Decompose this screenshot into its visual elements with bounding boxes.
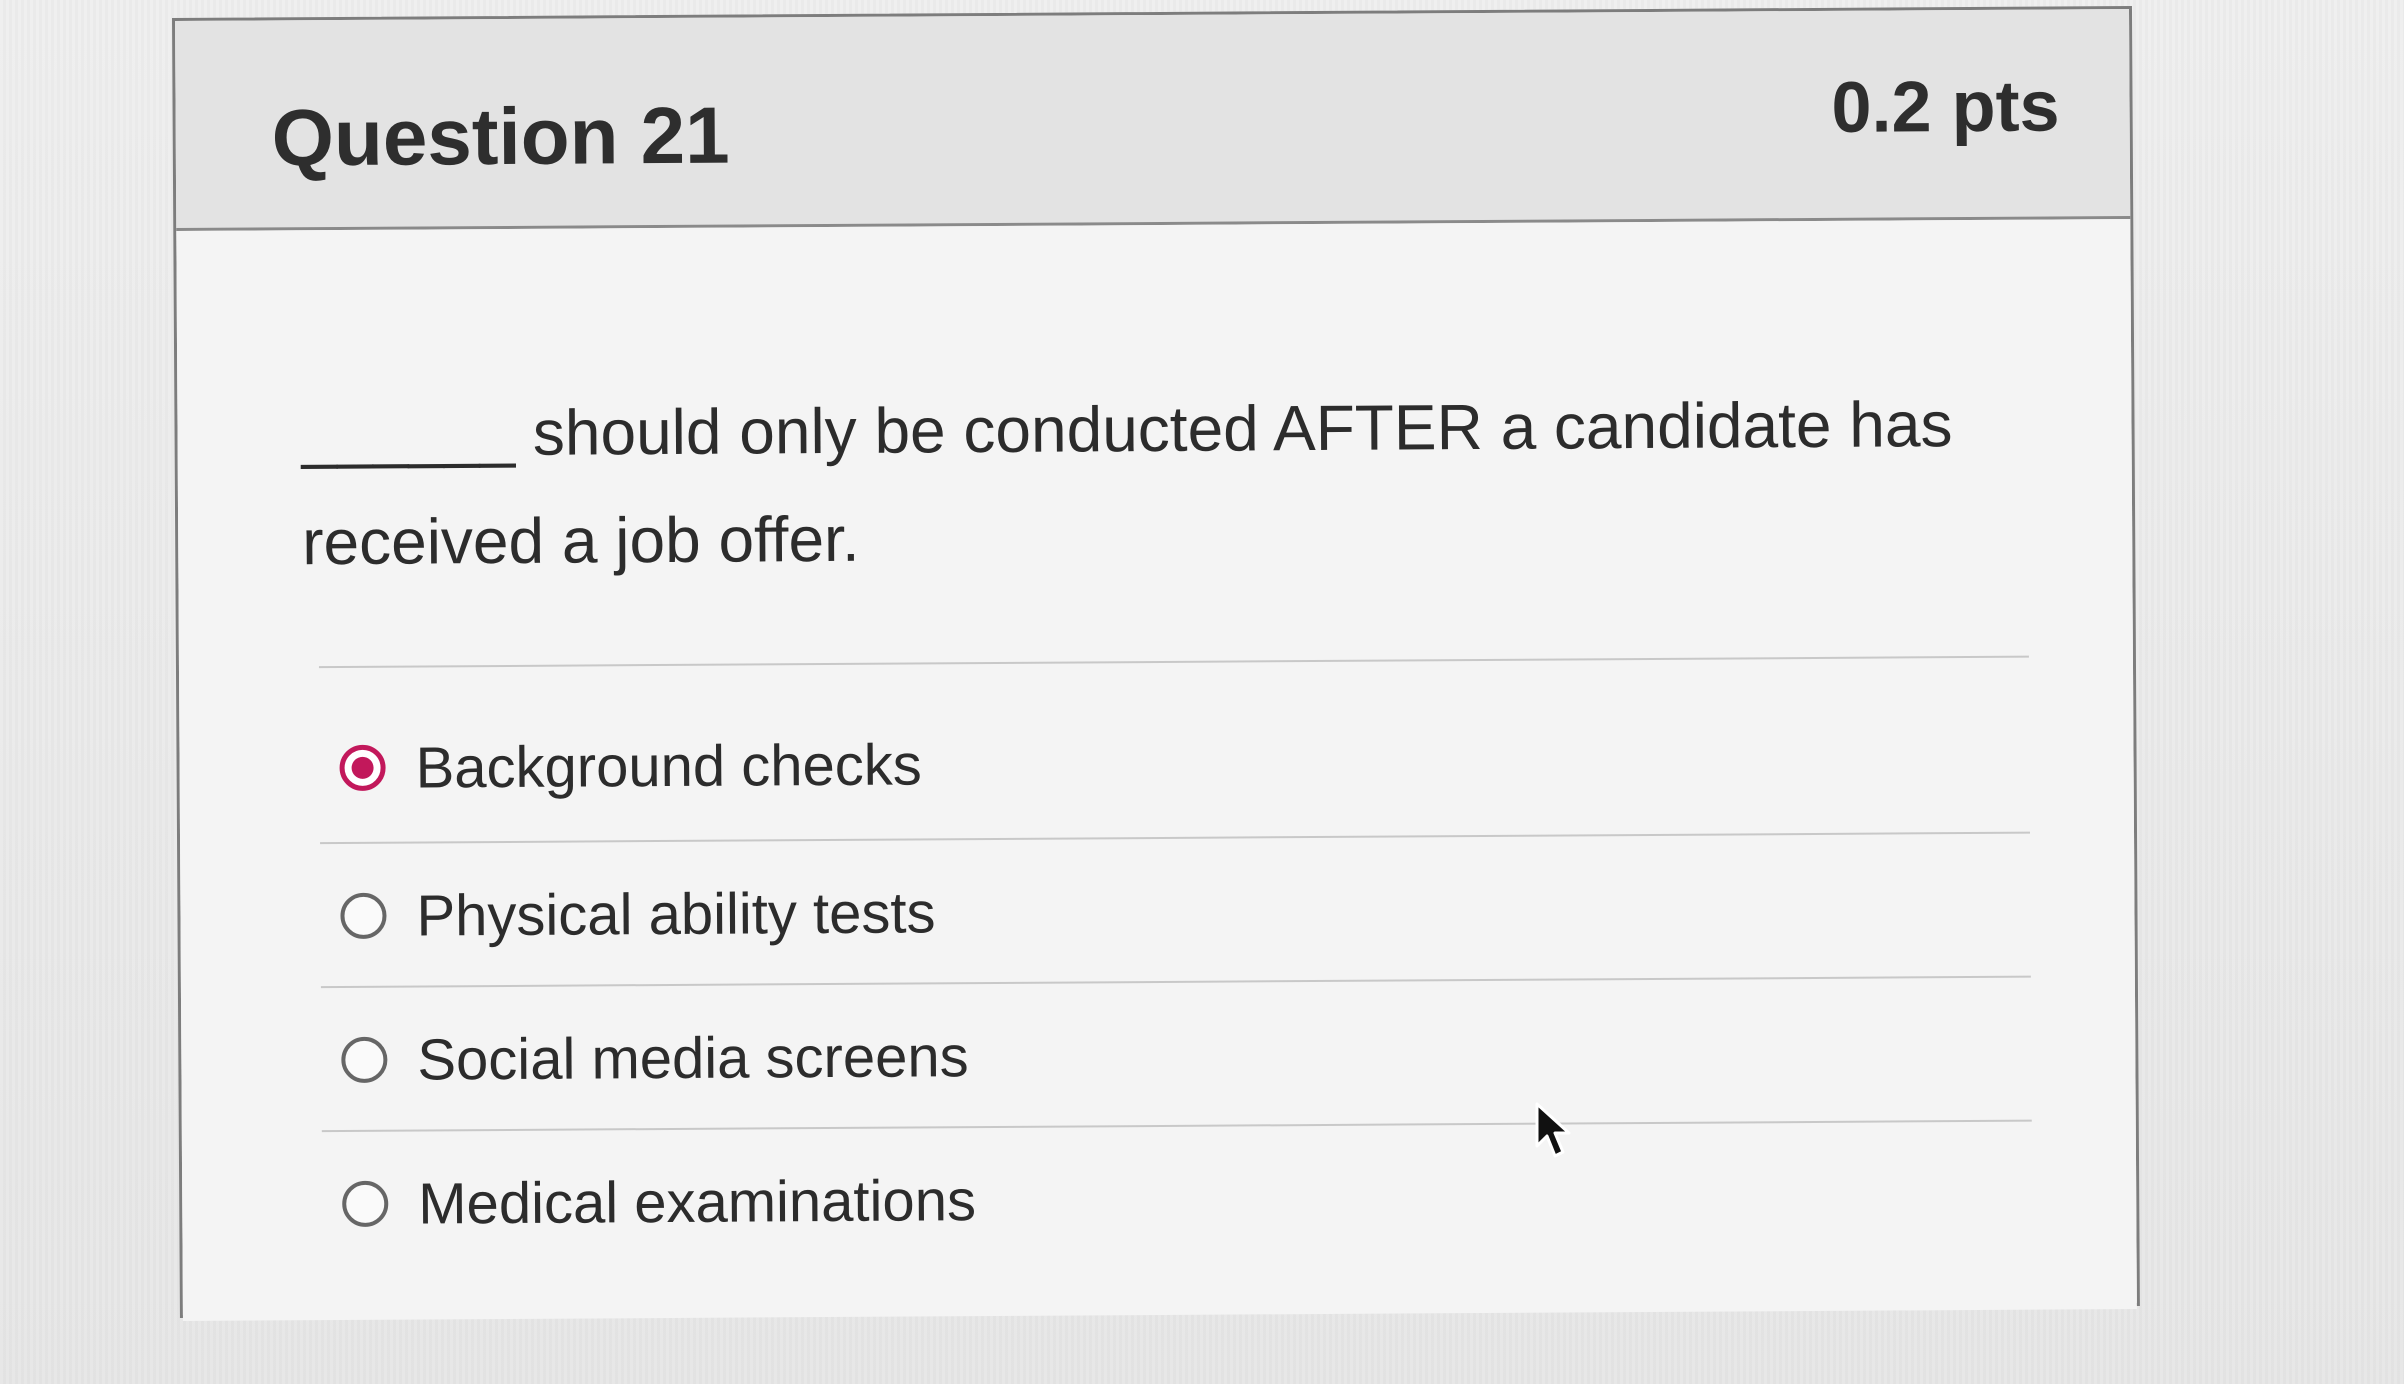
answer-option-social-media-screens[interactable]: Social media screens — [341, 990, 2042, 1120]
question-points: 0.2 pts — [1831, 66, 2060, 148]
mouse-pointer-icon — [1535, 1102, 1571, 1158]
answer-divider — [320, 975, 2031, 989]
answer-divider — [320, 831, 2031, 845]
radio-unselected-icon[interactable] — [341, 1036, 388, 1083]
answer-divider — [321, 1119, 2032, 1133]
question-title: Question 21 — [271, 90, 730, 183]
answer-option-medical-examinations[interactable]: Medical examinations — [342, 1134, 2043, 1264]
question-body: ______ should only be conducted AFTER a … — [176, 219, 2137, 1321]
radio-unselected-icon[interactable] — [340, 892, 387, 939]
radio-unselected-icon[interactable] — [342, 1180, 389, 1227]
answer-option-background-checks[interactable]: Background checks — [339, 698, 2040, 828]
radio-selected-icon[interactable] — [339, 744, 386, 791]
question-card: Question 21 0.2 pts ______ should only b… — [172, 6, 2140, 1321]
answer-label: Background checks — [415, 731, 922, 801]
answers-top-divider — [318, 655, 2029, 669]
question-text: ______ should only be conducted AFTER a … — [301, 388, 1953, 579]
question-header: Question 21 0.2 pts — [175, 9, 2131, 231]
answer-option-physical-ability-tests[interactable]: Physical ability tests — [340, 846, 2041, 976]
answer-label: Physical ability tests — [416, 879, 936, 949]
answer-label: Social media screens — [417, 1023, 969, 1093]
answer-label: Medical examinations — [418, 1167, 977, 1237]
